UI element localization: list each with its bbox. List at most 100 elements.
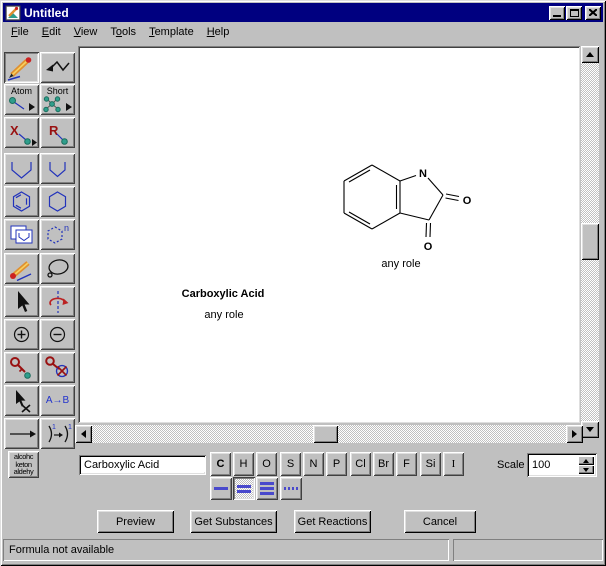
chain-tool[interactable] (40, 52, 75, 83)
element-button-n[interactable]: N (303, 452, 324, 476)
lock-ring-tool[interactable] (40, 352, 75, 383)
rotate-tool[interactable] (40, 286, 75, 317)
spin-down-icon (583, 468, 589, 472)
arrow-right-icon (5, 420, 38, 447)
ring6-tool[interactable] (40, 186, 75, 217)
eraser-tool[interactable] (4, 253, 39, 284)
arrow-strike-icon (5, 387, 38, 414)
svg-text:n: n (64, 223, 69, 233)
functional-group-button[interactable]: alcohc keton aldehy (8, 451, 39, 478)
left-arrow-icon (81, 430, 86, 438)
right-arrow-icon (572, 430, 577, 438)
menu-file[interactable]: File (5, 24, 35, 40)
atom-label-o-bottom: O (424, 241, 433, 253)
scroll-up-button[interactable] (581, 46, 599, 63)
ring5-icon (41, 155, 74, 182)
charge-plus-tool[interactable] (4, 319, 39, 350)
scale-label: Scale (497, 459, 525, 471)
horizontal-scrollbar[interactable] (75, 425, 583, 443)
scroll-down-button[interactable] (581, 421, 599, 438)
element-button-p[interactable]: P (326, 452, 347, 476)
ring5-tool[interactable] (40, 153, 75, 184)
svg-text:1: 1 (68, 424, 72, 431)
menu-view[interactable]: View (68, 24, 104, 40)
scroll-right-button[interactable] (566, 425, 583, 443)
structure-role-label: any role (381, 258, 420, 270)
key-ring-icon (41, 354, 74, 381)
variable-ring-tool[interactable]: n (40, 219, 75, 250)
shortcut-tool[interactable]: Short (40, 84, 75, 115)
select-arrow-icon (5, 288, 38, 315)
drawing-canvas[interactable]: N O O any role Carboxylic Acid any role (78, 46, 580, 423)
eraser-icon (5, 255, 38, 282)
any-atom-icon: X (5, 119, 38, 146)
horizontal-scroll-thumb[interactable] (313, 425, 338, 443)
element-button-si[interactable]: Si (420, 452, 441, 476)
menu-help[interactable]: Help (201, 24, 236, 40)
cancel-button[interactable]: Cancel (404, 510, 476, 533)
get-reactions-button[interactable]: Get Reactions (294, 510, 371, 533)
scale-spin-up[interactable] (578, 456, 594, 465)
close-icon (589, 9, 597, 16)
any-atom-tool[interactable]: X (4, 117, 39, 148)
dashed-bond-button[interactable] (280, 477, 302, 500)
close-button[interactable] (585, 6, 601, 20)
atom-icon (5, 96, 38, 113)
atom-tool[interactable]: Atom (4, 84, 39, 115)
element-button-o[interactable]: O (256, 452, 277, 476)
element-button-i[interactable]: I (443, 452, 464, 476)
lock-atom-tool[interactable] (4, 352, 39, 383)
element-button-s[interactable]: S (280, 452, 301, 476)
ring6-icon (41, 188, 74, 215)
single-bond-button[interactable] (210, 477, 232, 500)
fragment-role-label: any role (204, 309, 243, 321)
select-tool[interactable] (4, 286, 39, 317)
key-atom-icon (5, 354, 38, 381)
scale-input[interactable] (530, 456, 574, 474)
template-icon (5, 221, 38, 248)
reaction-role-tool[interactable]: 1 1 (40, 418, 75, 449)
draw-bond-tool[interactable] (4, 52, 39, 83)
atom-map-tool[interactable]: A→B (40, 385, 75, 416)
query-name-field-wrap (79, 455, 206, 475)
element-button-cl[interactable]: Cl (350, 452, 371, 476)
structure-editor-window: Untitled File Edit View Tools Template H… (0, 0, 606, 566)
atom-label-n: N (419, 168, 427, 180)
reaction-arrow-tool[interactable] (4, 418, 39, 449)
charge-minus-tool[interactable] (40, 319, 75, 350)
menu-template[interactable]: Template (143, 24, 200, 40)
vertical-scrollbar[interactable] (581, 46, 599, 438)
rgroup-tool[interactable]: R (40, 117, 75, 148)
double-bond-button[interactable] (233, 477, 255, 500)
scroll-left-button[interactable] (75, 425, 92, 443)
status-secondary-panel (453, 539, 603, 561)
shortcut-icon (41, 96, 74, 113)
query-name-input[interactable] (82, 458, 205, 472)
menu-tools[interactable]: Tools (104, 24, 142, 40)
menu-edit[interactable]: Edit (36, 24, 67, 40)
benzene-tool[interactable] (4, 186, 39, 217)
vertical-scroll-thumb[interactable] (581, 223, 599, 260)
scale-spin-down[interactable] (578, 465, 594, 474)
benzene-icon (5, 188, 38, 215)
minimize-button[interactable] (549, 6, 565, 20)
plus-circle-icon (5, 321, 38, 348)
ring5-open-tool[interactable] (4, 153, 39, 184)
menu-bar: File Edit View Tools Template Help (3, 22, 605, 42)
element-button-f[interactable]: F (396, 452, 417, 476)
element-button-c[interactable]: C (210, 452, 231, 476)
template-tool[interactable] (4, 219, 39, 250)
atom-map-label: A→B (46, 395, 69, 406)
rgroup-icon: R (41, 119, 74, 146)
element-button-h[interactable]: H (233, 452, 254, 476)
app-icon (5, 5, 21, 21)
triple-bond-button[interactable] (256, 477, 278, 500)
lasso-tool[interactable] (40, 253, 75, 284)
no-move-tool[interactable] (4, 385, 39, 416)
maximize-button[interactable] (566, 6, 582, 20)
titlebar[interactable]: Untitled (3, 3, 603, 22)
element-button-br[interactable]: Br (373, 452, 394, 476)
svg-text:1: 1 (52, 424, 56, 431)
preview-button[interactable]: Preview (97, 510, 174, 533)
get-substances-button[interactable]: Get Substances (190, 510, 277, 533)
